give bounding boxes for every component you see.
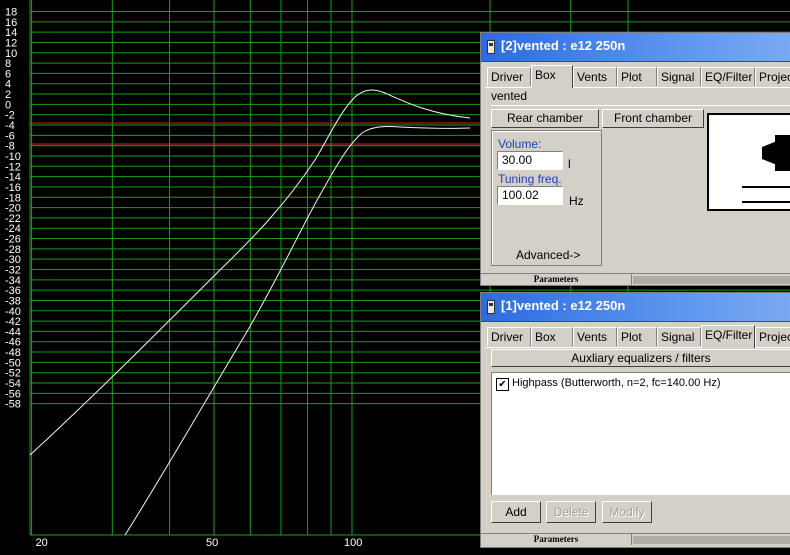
status-bar-fill xyxy=(633,536,790,544)
x-axis-tick-label: 50 xyxy=(206,537,218,549)
x-axis-tick-label: 20 xyxy=(36,537,48,549)
window-title: [1]vented : e12 250n xyxy=(501,298,626,313)
aux-filters-header[interactable]: Auxliary equalizers / filters xyxy=(491,349,790,367)
tab-driver[interactable]: Driver xyxy=(487,67,531,86)
box-diagram xyxy=(707,113,790,211)
filter-list[interactable]: ✔ Highpass (Butterworth, n=2, fc=140.00 … xyxy=(491,372,790,495)
tab-project[interactable]: Project xyxy=(755,67,790,86)
tab-vents[interactable]: Vents xyxy=(573,327,617,346)
tab-box[interactable]: Box xyxy=(531,65,573,88)
delete-filter-button[interactable]: Delete xyxy=(546,501,596,523)
eq-filter-window: [1]vented : e12 250n Driver Box Vents Pl… xyxy=(480,292,790,548)
status-parameters: Parameters xyxy=(481,274,632,285)
tuning-freq-label: Tuning freq. xyxy=(498,172,562,186)
tab-strip: Driver Box Vents Plot Signal EQ/Filter P… xyxy=(485,65,790,88)
y-axis-tick-label: -58 xyxy=(5,399,21,411)
tab-strip: Driver Box Vents Plot Signal EQ/Filter P… xyxy=(485,325,790,348)
tab-eq-filter[interactable]: EQ/Filter xyxy=(701,325,755,348)
window-title: [2]vented : e12 250n xyxy=(501,38,626,53)
front-chamber-button[interactable]: Front chamber xyxy=(602,109,704,128)
tuning-freq-unit: Hz xyxy=(569,194,584,208)
status-parameters: Parameters xyxy=(481,534,632,545)
window-app-icon xyxy=(487,40,495,54)
volume-input[interactable]: 30.00 xyxy=(497,151,563,170)
tab-plot[interactable]: Plot xyxy=(617,67,657,86)
status-bar: Parameters xyxy=(481,273,790,285)
volume-label: Volume: xyxy=(498,137,542,151)
box-name-label: vented xyxy=(491,89,790,106)
rear-chamber-button[interactable]: Rear chamber xyxy=(491,109,599,128)
window-titlebar[interactable]: [2]vented : e12 250n xyxy=(481,33,790,62)
filter-checkbox[interactable]: ✔ xyxy=(496,378,509,391)
tab-eq-filter[interactable]: EQ/Filter xyxy=(701,67,755,86)
volume-unit: l xyxy=(568,157,571,171)
status-bar-fill xyxy=(633,276,790,284)
filter-label: Highpass (Butterworth, n=2, fc=140.00 Hz… xyxy=(512,377,721,389)
tab-signal[interactable]: Signal xyxy=(657,67,701,86)
tab-signal[interactable]: Signal xyxy=(657,327,701,346)
x-axis-tick-label: 100 xyxy=(344,537,362,549)
add-filter-button[interactable]: Add xyxy=(491,501,541,523)
status-bar: Parameters xyxy=(481,533,790,546)
box-parameters-window: [2]vented : e12 250n Driver Box Vents Pl… xyxy=(480,32,790,286)
advanced-link[interactable]: Advanced-> xyxy=(516,248,580,262)
modify-filter-button[interactable]: Modify xyxy=(602,501,652,523)
tab-box[interactable]: Box xyxy=(531,327,573,346)
tab-driver[interactable]: Driver xyxy=(487,327,531,346)
tab-project[interactable]: Project xyxy=(755,327,790,346)
tuning-freq-input[interactable]: 100.02 xyxy=(497,186,563,205)
window-titlebar[interactable]: [1]vented : e12 250n xyxy=(481,293,790,322)
window-app-icon xyxy=(487,300,495,314)
tab-plot[interactable]: Plot xyxy=(617,327,657,346)
tab-vents[interactable]: Vents xyxy=(573,67,617,86)
